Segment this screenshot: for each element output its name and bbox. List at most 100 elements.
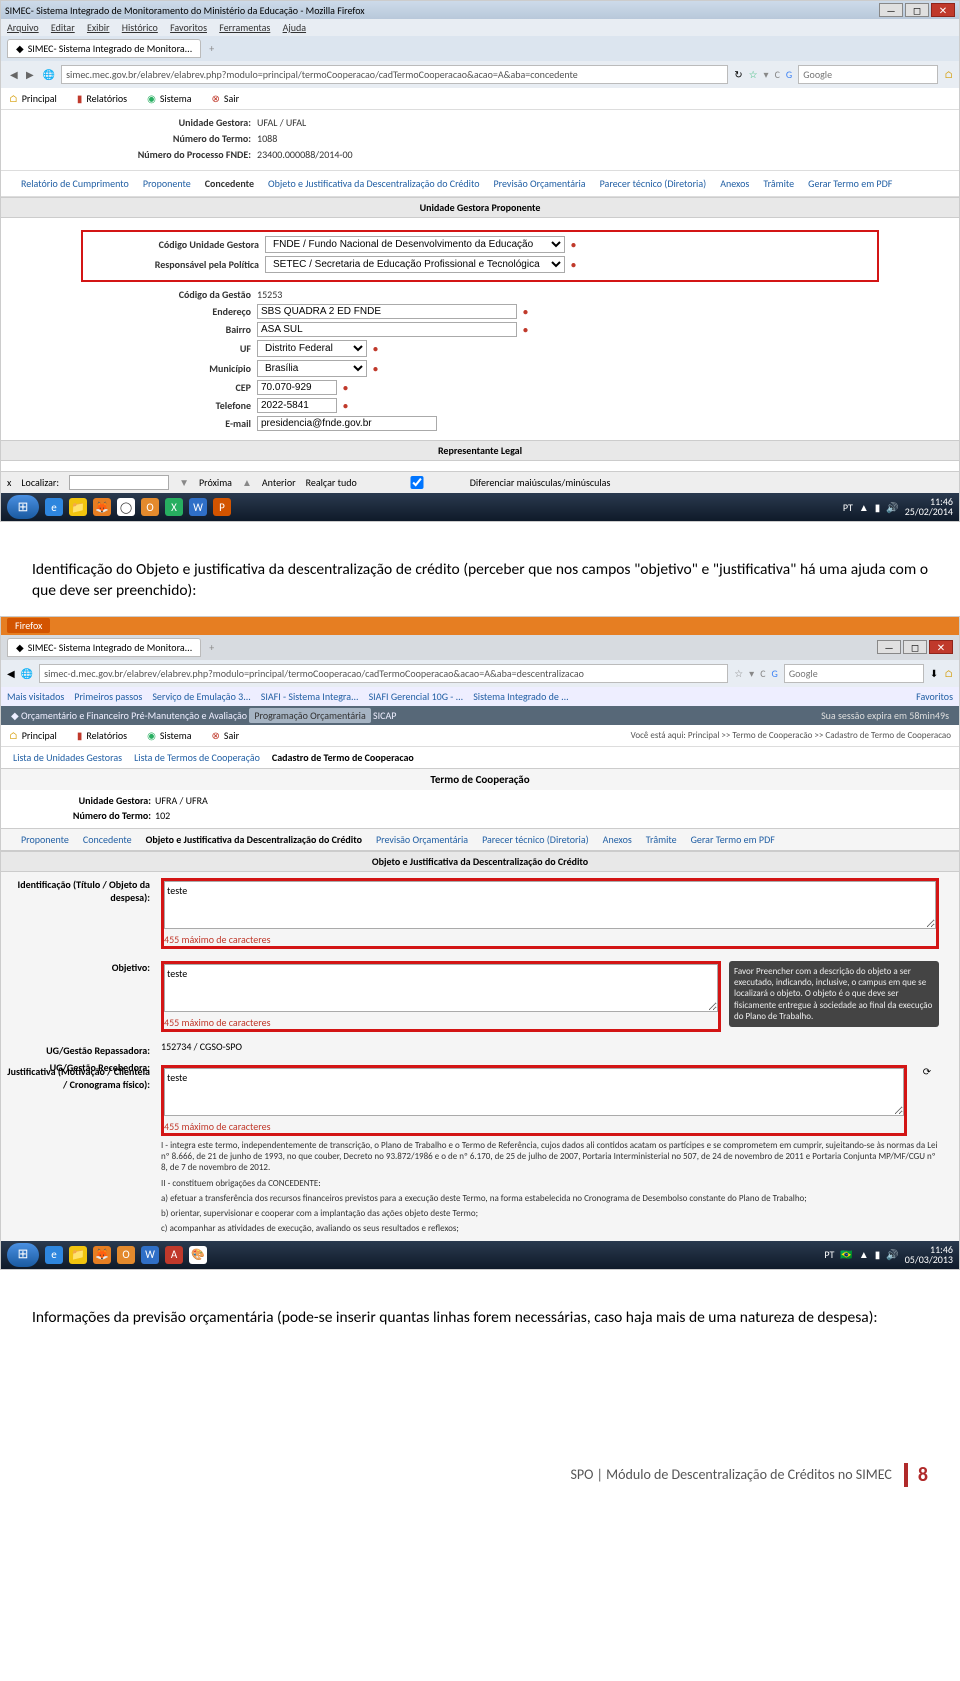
refresh-icon[interactable]: ⟳ <box>915 1065 939 1078</box>
menu-ferramentas[interactable]: Ferramentas <box>219 21 270 34</box>
download-icon[interactable]: ⬇ <box>930 667 938 680</box>
taskbar-powerpoint-icon[interactable]: P <box>213 498 231 516</box>
nav-sair[interactable]: ⊗Sair <box>212 92 240 105</box>
url-field[interactable]: simec.mec.gov.br/elabrev/elabrev.php?mod… <box>61 65 728 84</box>
bk-favoritos[interactable]: Favoritos <box>916 690 953 703</box>
taskbar-ie-icon[interactable]: e <box>45 498 63 516</box>
tab-parecer[interactable]: Parecer técnico (Diretoria) <box>482 833 589 846</box>
nav-sistema[interactable]: ◉Sistema <box>147 92 191 105</box>
search-box[interactable]: Google <box>798 65 938 84</box>
browser-tab[interactable]: ◆ SIMEC- Sistema Integrado de Monitora..… <box>7 39 201 58</box>
input-endereco[interactable] <box>257 304 517 319</box>
taskbar-excel-icon[interactable]: X <box>165 498 183 516</box>
bk-primeiros[interactable]: Primeiros passos <box>74 690 142 703</box>
menu-historico[interactable]: Histórico <box>122 21 158 34</box>
maximize-button[interactable]: ◻ <box>905 3 929 17</box>
bk-sist[interactable]: Sistema Integrado de ... <box>473 690 568 703</box>
start-button[interactable]: ⊞ <box>7 1243 39 1267</box>
bc-prog[interactable]: Programação Orçamentária <box>249 708 370 723</box>
list-cadastro[interactable]: Cadastro de Termo de Cooperacao <box>272 751 414 764</box>
forward-icon[interactable]: ▶ <box>26 68 34 81</box>
nav-relatorios[interactable]: ▮Relatórios <box>77 92 127 105</box>
tab-previsao[interactable]: Previsão Orçamentária <box>376 833 468 846</box>
minimize-button[interactable]: — <box>879 3 903 17</box>
taskbar-adobe-icon[interactable]: A <box>165 1246 183 1264</box>
tab-objeto[interactable]: Objeto e Justificativa da Descentralizaç… <box>268 177 479 190</box>
input-email[interactable] <box>257 416 437 431</box>
home-icon[interactable]: ⌂ <box>944 68 953 81</box>
list-termos[interactable]: Lista de Termos de Cooperação <box>134 751 260 764</box>
nav-sistema[interactable]: ◉Sistema <box>147 729 191 742</box>
find-matchcase-checkbox[interactable] <box>367 476 467 489</box>
find-input[interactable] <box>69 475 169 490</box>
taskbar-explorer-icon[interactable]: 📁 <box>69 1246 87 1264</box>
taskbar-firefox-icon[interactable]: 🦊 <box>93 1246 111 1264</box>
tab-proponente[interactable]: Proponente <box>143 177 191 190</box>
tab-anexos[interactable]: Anexos <box>720 177 749 190</box>
bk-mais[interactable]: Mais visitados <box>7 690 64 703</box>
search-box-2[interactable]: Google <box>784 664 924 683</box>
tab-parecer[interactable]: Parecer técnico (Diretoria) <box>600 177 707 190</box>
find-next[interactable]: Próxima <box>199 476 232 489</box>
firefox-menu-button[interactable]: Firefox <box>7 618 50 633</box>
input-bairro[interactable] <box>257 322 517 337</box>
bc-orc[interactable]: Orçamentário e Financeiro <box>21 709 129 722</box>
menu-ajuda[interactable]: Ajuda <box>283 21 306 34</box>
taskbar-word-icon[interactable]: W <box>141 1246 159 1264</box>
home-icon[interactable]: ⌂ <box>944 667 953 680</box>
nav-principal[interactable]: ⌂Principal <box>9 92 57 105</box>
minimize-button[interactable]: — <box>877 640 901 654</box>
tab-gerar-pdf[interactable]: Gerar Termo em PDF <box>808 177 892 190</box>
taskbar-word-icon[interactable]: W <box>189 498 207 516</box>
bk-siafig[interactable]: SIAFI Gerencial 10G - ... <box>369 690 464 703</box>
menu-arquivo[interactable]: Arquivo <box>7 21 39 34</box>
tab-concedente[interactable]: Concedente <box>205 177 254 190</box>
textarea-objetivo[interactable]: teste <box>164 964 718 1012</box>
bc-pre[interactable]: Pré-Manutenção e Avaliação <box>131 709 247 722</box>
taskbar-explorer-icon[interactable]: 📁 <box>69 498 87 516</box>
select-municipio[interactable]: Brasília <box>257 360 367 377</box>
taskbar-chrome-icon[interactable]: ◯ <box>117 498 135 516</box>
url-field-2[interactable]: simec-d.mec.gov.br/elabrev/elabrev.php?m… <box>39 664 728 683</box>
taskbar-firefox-icon[interactable]: 🦊 <box>93 498 111 516</box>
tab-tramite[interactable]: Trâmite <box>763 177 794 190</box>
tab-concedente[interactable]: Concedente <box>83 833 132 846</box>
back-icon[interactable]: ◀ <box>7 667 15 680</box>
taskbar-outlook-icon[interactable]: O <box>117 1246 135 1264</box>
maximize-button[interactable]: ◻ <box>903 640 927 654</box>
menu-editar[interactable]: Editar <box>51 21 75 34</box>
menu-favoritos[interactable]: Favoritos <box>170 21 207 34</box>
tab-gerar-pdf[interactable]: Gerar Termo em PDF <box>691 833 775 846</box>
taskbar-ie-icon[interactable]: e <box>45 1246 63 1264</box>
browser-tab-2[interactable]: ◆ SIMEC- Sistema Integrado de Monitora..… <box>7 638 201 657</box>
menu-exibir[interactable]: Exibir <box>87 21 110 34</box>
back-icon[interactable]: ◀ <box>10 68 18 81</box>
select-codigo-ug[interactable]: FNDE / Fundo Nacional de Desenvolvimento… <box>265 236 565 253</box>
input-cep[interactable] <box>257 380 337 395</box>
tab-proponente[interactable]: Proponente <box>21 833 69 846</box>
tab-relatorio[interactable]: Relatório de Cumprimento <box>21 177 129 190</box>
nav-principal[interactable]: ⌂Principal <box>9 729 57 742</box>
select-responsavel[interactable]: SETEC / Secretaria de Educação Profissio… <box>265 256 565 273</box>
bk-siafi[interactable]: SIAFI - Sistema Integra... <box>261 690 359 703</box>
tab-tramite[interactable]: Trâmite <box>646 833 677 846</box>
textarea-identificacao[interactable]: teste <box>164 881 936 929</box>
close-button[interactable]: ✕ <box>931 3 955 17</box>
list-ug[interactable]: Lista de Unidades Gestoras <box>13 751 122 764</box>
new-tab-button[interactable]: + <box>209 641 214 654</box>
textarea-justificativa[interactable]: teste <box>164 1068 904 1116</box>
nav-relatorios[interactable]: ▮Relatórios <box>77 729 127 742</box>
tab-previsao[interactable]: Previsão Orçamentária <box>493 177 585 190</box>
find-close-icon[interactable]: x <box>7 476 11 489</box>
taskbar-outlook-icon[interactable]: O <box>141 498 159 516</box>
close-button[interactable]: ✕ <box>929 640 953 654</box>
input-telefone[interactable] <box>257 398 337 413</box>
tab-objeto[interactable]: Objeto e Justificativa da Descentralizaç… <box>146 833 362 846</box>
new-tab-button[interactable]: + <box>209 42 214 55</box>
select-uf[interactable]: Distrito Federal <box>257 340 367 357</box>
nav-sair[interactable]: ⊗Sair <box>212 729 240 742</box>
taskbar-paint-icon[interactable]: 🎨 <box>189 1246 207 1264</box>
bc-sicap[interactable]: SICAP <box>373 709 396 722</box>
reload-icon[interactable]: ↻ <box>734 68 742 81</box>
start-button[interactable]: ⊞ <box>7 495 39 519</box>
